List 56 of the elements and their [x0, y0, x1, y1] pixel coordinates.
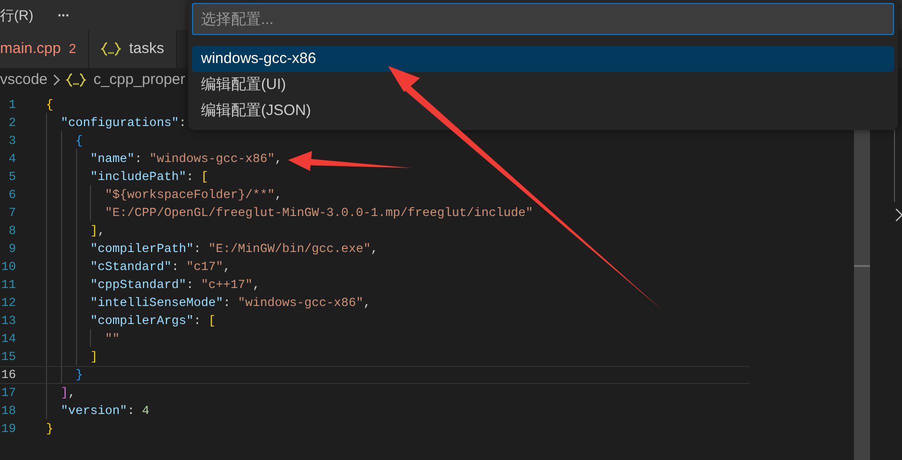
error-count: 2 [68, 40, 76, 58]
line-number: 8 [8, 222, 16, 240]
code-line: "name": "windows-gcc-x86", [89, 150, 282, 168]
code-line: "cStandard": "c17", [89, 258, 231, 276]
braces-icon [101, 42, 122, 56]
code-line: "${workspaceFolder}/**", [104, 186, 282, 204]
line-number: 15 [0, 348, 16, 366]
line-number: 12 [0, 294, 16, 312]
editor-tab[interactable]: tasks [89, 30, 178, 68]
code-line: "E:/CPP/OpenGL/freeglut-MinGW-3.0.0-1.mp/freeglut/include" [104, 204, 534, 222]
line-number: 1 [8, 96, 16, 114]
line-number: 4 [8, 150, 16, 168]
braces-icon [66, 73, 86, 87]
quick-pick-item[interactable]: 编辑配置(UI) [192, 72, 894, 98]
line-number: 9 [8, 240, 16, 258]
line-number: 14 [0, 330, 16, 348]
breadcrumb-folder[interactable]: vscode [0, 68, 48, 92]
quick-pick-item[interactable]: 编辑配置(JSON) [192, 98, 894, 124]
more-menu[interactable]: ··· [57, 4, 70, 26]
code-line: { [74, 132, 83, 150]
line-number: 11 [0, 276, 16, 294]
line-number: 3 [8, 132, 16, 150]
code-line: "compilerArgs": [ [89, 312, 216, 330]
code-line: "version": 4 [60, 402, 150, 420]
code-line: ], [60, 384, 76, 402]
code-line: "cppStandard": "c++17", [89, 276, 260, 294]
quick-pick-item[interactable]: windows-gcc-x86 [192, 46, 894, 72]
line-number: 2 [8, 114, 16, 132]
code-line: "compilerPath": "E:/MinGW/bin/gcc.exe", [89, 240, 378, 258]
code-line: "" [104, 330, 120, 348]
line-number: 18 [0, 402, 16, 420]
chevron-right-icon [52, 74, 62, 86]
line-number: 5 [8, 168, 16, 186]
code-line: "includePath": [ [89, 168, 208, 186]
tab-label: main.cpp [0, 38, 61, 59]
line-number: 10 [0, 258, 16, 276]
code-line: } [46, 420, 54, 438]
tab-label: tasks [129, 38, 164, 59]
line-number: 16 [0, 366, 16, 384]
line-number: 19 [0, 420, 16, 438]
code-line: ] [89, 348, 98, 366]
breadcrumb-file[interactable]: c_cpp_proper [94, 68, 186, 92]
scrollbar[interactable] [854, 130, 870, 460]
code-line: "intelliSenseMode": "windows-gcc-x86", [89, 294, 371, 312]
code-line: "configurations": [60, 114, 186, 132]
code-line: ], [89, 222, 106, 240]
line-number: 7 [8, 204, 16, 222]
editor-tab[interactable]: main.cpp 2 [0, 30, 90, 68]
line-number: 13 [0, 312, 16, 330]
search-field[interactable]: 选择配置... [192, 3, 894, 35]
chevron-right-icon[interactable] [895, 208, 902, 222]
code-line: { [46, 96, 54, 114]
line-number: 17 [0, 384, 16, 402]
line-number: 6 [8, 186, 16, 204]
code-line: } [74, 366, 83, 384]
menu-item[interactable]: 行(R) [0, 4, 34, 26]
